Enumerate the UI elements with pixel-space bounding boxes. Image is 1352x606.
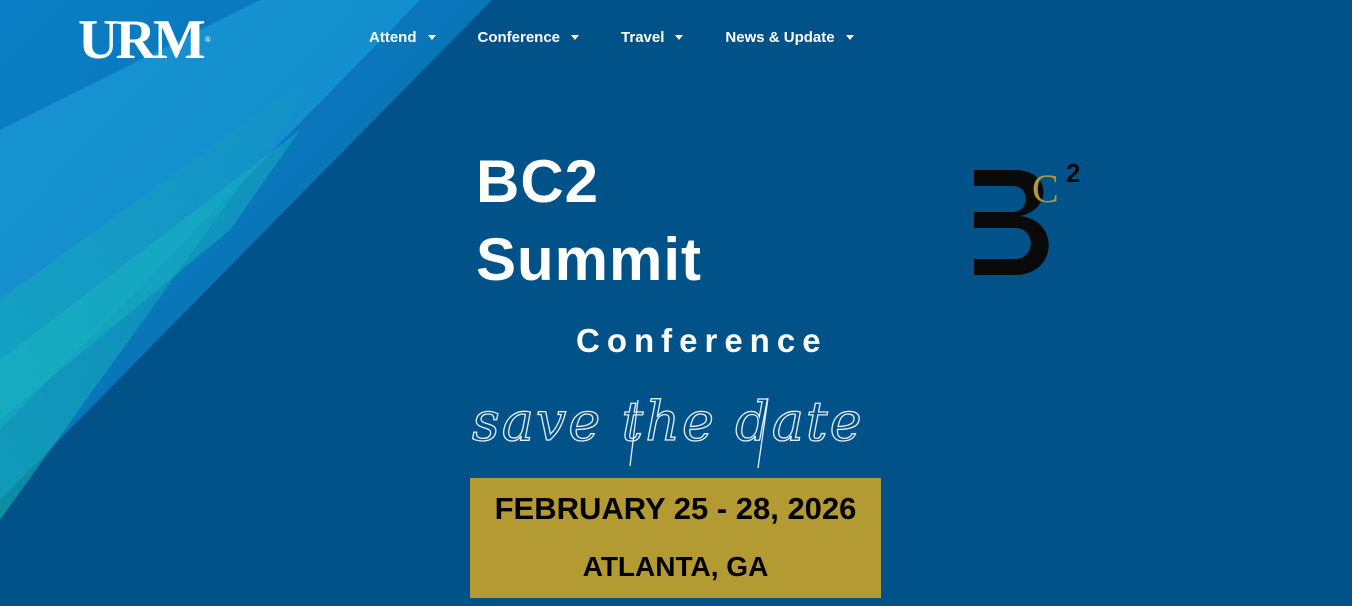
hero-title-line1: BC2 bbox=[476, 148, 600, 215]
save-the-date-text: save the date bbox=[472, 390, 864, 453]
nav-item-attend[interactable]: Attend bbox=[369, 29, 436, 46]
save-the-date-script: save the date bbox=[471, 389, 864, 469]
hero-subtitle: Conference bbox=[576, 322, 828, 359]
urm-logo[interactable]: URM ® bbox=[78, 10, 211, 70]
nav-item-news-update[interactable]: News & Update bbox=[725, 29, 854, 46]
logo-text: URM bbox=[78, 9, 206, 71]
main-nav: Attend Conference Travel News & Update bbox=[369, 29, 896, 46]
chevron-down-icon bbox=[571, 35, 580, 40]
event-date: FEBRUARY 25 - 28, 2026 bbox=[494, 491, 857, 526]
chevron-down-icon bbox=[427, 35, 436, 40]
bc2-logo-superscript: 2 bbox=[1066, 158, 1080, 188]
bc2-logo-icon: C 2 bbox=[974, 158, 1080, 275]
hero-title-line2: Summit bbox=[476, 226, 703, 293]
chevron-down-icon bbox=[675, 35, 684, 40]
nav-item-label: Attend bbox=[369, 29, 417, 46]
event-location: ATLANTA, GA bbox=[582, 551, 769, 582]
nav-item-label: Travel bbox=[621, 29, 665, 46]
nav-item-conference[interactable]: Conference bbox=[478, 29, 580, 46]
nav-item-travel[interactable]: Travel bbox=[621, 29, 684, 46]
nav-item-label: News & Update bbox=[725, 29, 835, 46]
bc2-logo-c: C bbox=[1032, 166, 1059, 211]
logo-registered-mark: ® bbox=[204, 35, 211, 44]
event-date-box: FEBRUARY 25 - 28, 2026 ATLANTA, GA bbox=[470, 478, 881, 598]
nav-item-label: Conference bbox=[477, 29, 561, 46]
chevron-down-icon bbox=[845, 35, 854, 40]
